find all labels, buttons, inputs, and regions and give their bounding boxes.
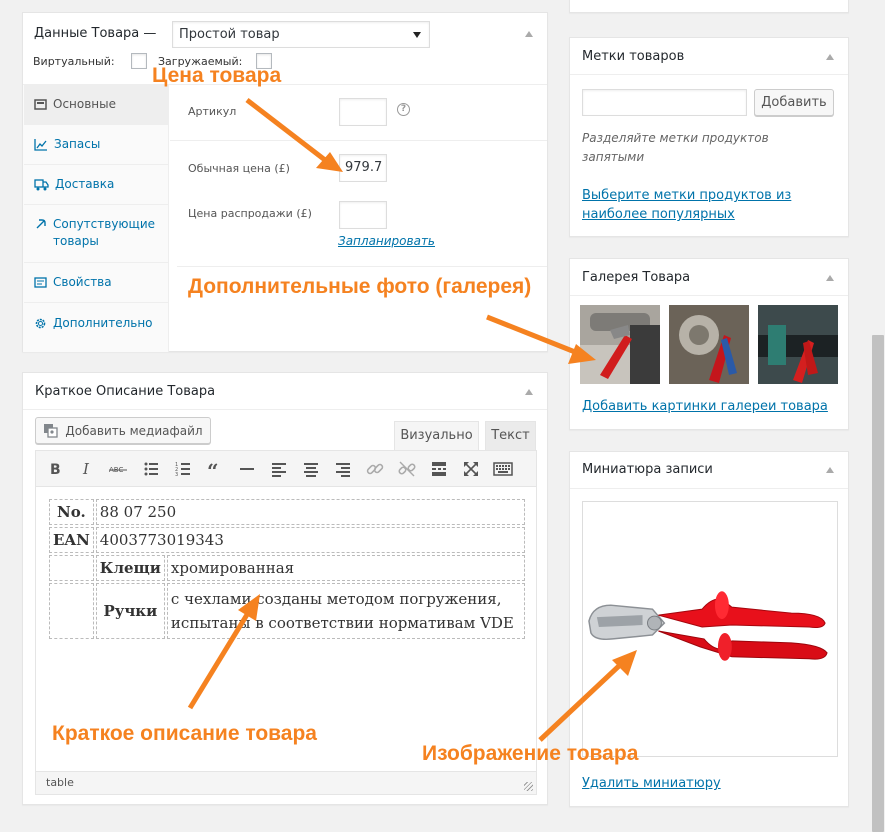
annotation-short-description: Краткое описание товара [52, 722, 317, 745]
annotation-arrows [187, 98, 637, 742]
annotation-gallery: Дополнительные фото (галерея) [188, 275, 532, 298]
annotation-price: Цена товара [152, 64, 282, 87]
annotation-image: Изображение товара [422, 742, 639, 765]
arrow-to-description [187, 594, 260, 710]
arrow-to-price [245, 98, 343, 172]
arrow-to-gallery [486, 314, 596, 364]
arrow-to-image [538, 650, 637, 742]
